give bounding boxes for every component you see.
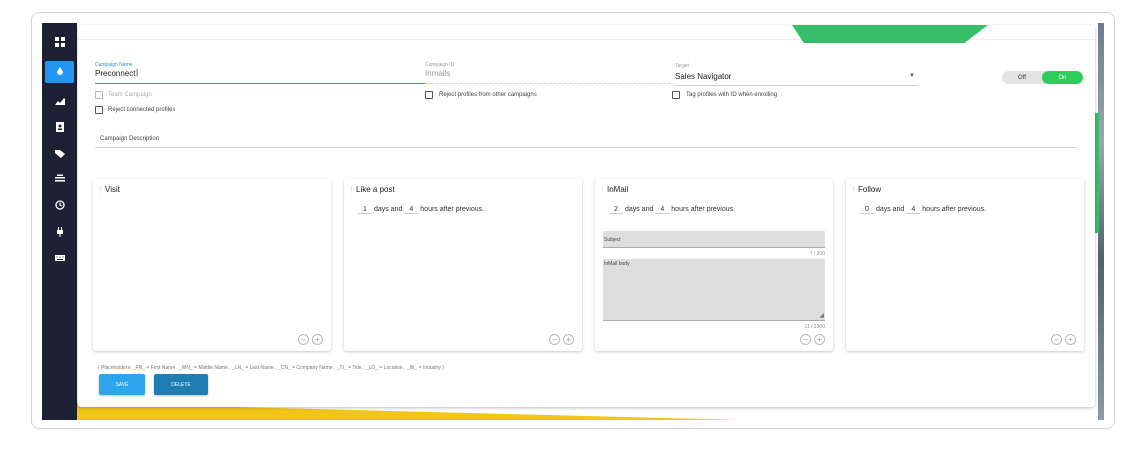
keyboard-icon[interactable] xyxy=(45,247,74,269)
step-delay: 0 days and 4 hours after previous. xyxy=(860,206,986,214)
target-label: Target xyxy=(675,63,689,69)
remove-step-icon[interactable]: − xyxy=(298,334,309,345)
tag-profiles-label: Tag profiles with ID when enrolling xyxy=(686,92,778,98)
subject-input[interactable]: Subject xyxy=(603,231,825,248)
step-card-inmail: ⋮ InMail 2 days and 4 hours after previo… xyxy=(595,179,833,351)
hours-input[interactable]: 4 xyxy=(655,206,670,214)
step-actions: − + xyxy=(549,334,574,345)
inmail-body-textarea[interactable]: InMail body ◢ xyxy=(603,259,825,321)
sidebar xyxy=(42,23,77,420)
campaign-id-field: Inmails xyxy=(425,69,451,78)
step-title: Like a post xyxy=(356,185,395,194)
body-counter: 11 / 1900 xyxy=(804,324,825,330)
step-card-visit: ⋮ Visit − + xyxy=(93,179,331,351)
history-icon[interactable] xyxy=(45,194,74,216)
hours-text: hours after previous. xyxy=(420,206,485,213)
step-actions: − + xyxy=(1051,334,1076,345)
days-text: days and xyxy=(373,206,403,213)
reject-other-label: Reject profiles from other campaigns xyxy=(439,92,537,98)
step-delay: 2 days and 4 hours after previous. xyxy=(609,206,735,214)
hours-text: hours after previous. xyxy=(671,206,736,213)
days-input[interactable]: 0 xyxy=(860,206,874,214)
reject-connected-label: Reject connected profiles xyxy=(108,107,176,113)
campaign-description-input[interactable]: Campaign Description xyxy=(100,136,159,142)
add-step-icon[interactable]: + xyxy=(563,334,574,345)
days-text: days and xyxy=(875,206,905,213)
campaign-name-underline xyxy=(95,83,425,84)
remove-step-icon[interactable]: − xyxy=(549,334,560,345)
chevron-down-icon[interactable]: ▼ xyxy=(909,73,915,79)
step-title: Visit xyxy=(105,185,120,194)
subject-counter: 7 / 200 xyxy=(809,251,825,257)
days-input[interactable]: 1 xyxy=(358,206,372,214)
campaign-editor: Campaign Name Preconnect | Campaign ID I… xyxy=(78,25,1095,407)
drag-handle-icon[interactable]: ⋮ xyxy=(348,186,355,194)
reject-connected-checkbox[interactable] xyxy=(95,106,103,114)
inmail-body-placeholder: InMail body xyxy=(604,261,630,267)
step-card-like-post: ⋮ Like a post 1 days and 4 hours after p… xyxy=(344,179,582,351)
save-button[interactable]: SAVE xyxy=(99,374,145,395)
hours-text: hours after previous. xyxy=(922,206,987,213)
step-actions: − + xyxy=(298,334,323,345)
step-title: Follow xyxy=(858,185,882,194)
drop-icon[interactable] xyxy=(45,61,74,83)
contacts-icon[interactable] xyxy=(45,116,74,138)
text-cursor: | xyxy=(136,68,139,77)
campaign-id-underline xyxy=(425,83,671,84)
days-text: days and xyxy=(624,206,654,213)
placeholders-hint: ( Placeholders: _FN_ = First Name , _MN_… xyxy=(98,365,444,371)
toggle-off[interactable]: Off xyxy=(1002,71,1042,84)
days-input[interactable]: 2 xyxy=(609,206,623,214)
description-underline xyxy=(95,147,1076,148)
hours-input[interactable]: 4 xyxy=(906,206,921,214)
campaign-id-label: Campaign ID xyxy=(425,62,455,68)
step-card-follow: ⋮ Follow 0 days and 4 hours after previo… xyxy=(846,179,1084,351)
drag-handle-icon[interactable]: ⋮ xyxy=(850,186,857,194)
toggle-on[interactable]: On xyxy=(1042,71,1083,84)
chart-icon[interactable] xyxy=(45,90,74,112)
step-actions: − + xyxy=(800,334,825,345)
reject-other-checkbox[interactable] xyxy=(425,91,433,99)
step-title: InMail xyxy=(607,185,629,194)
drag-handle-icon[interactable]: ⋮ xyxy=(97,186,104,194)
inbox-icon[interactable] xyxy=(45,168,74,190)
step-delay: 1 days and 4 hours after previous. xyxy=(358,206,484,214)
plug-icon[interactable] xyxy=(45,221,74,243)
team-campaign-checkbox[interactable] xyxy=(95,91,103,99)
add-step-icon[interactable]: + xyxy=(1065,334,1076,345)
remove-step-icon[interactable]: − xyxy=(800,334,811,345)
campaign-name-label: Campaign Name xyxy=(95,62,133,68)
tag-profiles-checkbox[interactable] xyxy=(672,91,680,99)
team-campaign-label: Team Campaign xyxy=(108,92,152,98)
hours-input[interactable]: 4 xyxy=(404,206,419,214)
delete-button[interactable]: DELETE xyxy=(154,374,208,395)
remove-step-icon[interactable]: − xyxy=(1051,334,1062,345)
dashboard-icon[interactable] xyxy=(45,31,74,53)
app-window: Campaign Name Preconnect | Campaign ID I… xyxy=(31,12,1115,429)
campaign-name-input[interactable]: Preconnect xyxy=(95,69,135,78)
status-toggle[interactable]: Off On xyxy=(1002,71,1083,84)
add-step-icon[interactable]: + xyxy=(312,334,323,345)
tags-icon[interactable] xyxy=(45,142,74,164)
drag-handle-icon[interactable]: ⋮ xyxy=(599,186,606,194)
decor-green-top xyxy=(792,25,988,43)
target-select[interactable]: Sales Navigator xyxy=(675,72,731,81)
resize-handle-icon[interactable]: ◢ xyxy=(819,312,824,319)
add-step-icon[interactable]: + xyxy=(814,334,825,345)
target-underline xyxy=(675,85,918,86)
